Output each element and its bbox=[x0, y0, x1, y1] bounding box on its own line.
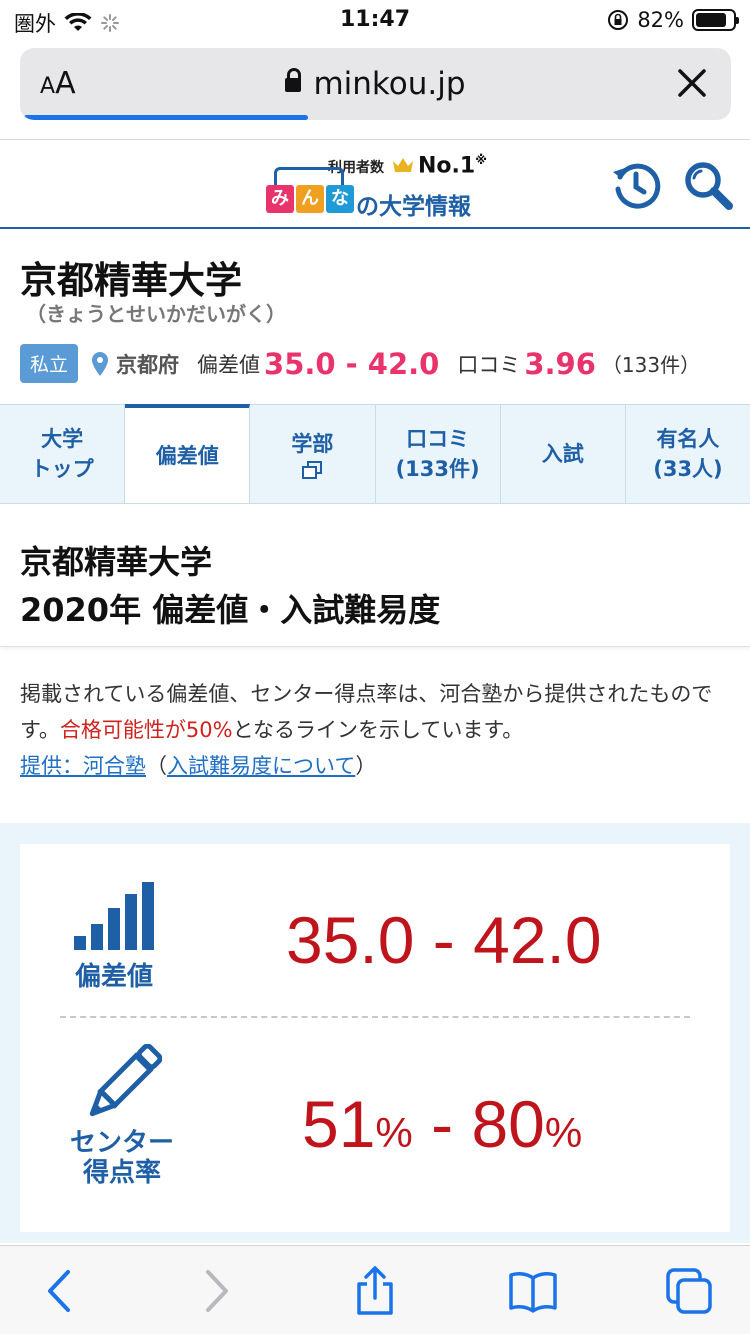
deviation-row-label: 偏差値 bbox=[74, 962, 153, 992]
external-window-icon bbox=[302, 461, 323, 479]
search-icon[interactable] bbox=[682, 159, 734, 211]
url-text: minkou.jp bbox=[313, 66, 466, 102]
difficulty-info-link[interactable]: 入試難易度について bbox=[167, 754, 355, 778]
logo-no1: No.1※ bbox=[418, 153, 487, 179]
source-link[interactable]: 提供：河合塾 bbox=[20, 754, 146, 778]
description: 掲載されている偏差値、センター得点率は、河合塾から提供されたものです。合格可能性… bbox=[20, 682, 713, 778]
type-badge: 私立 bbox=[20, 344, 79, 383]
battery-icon bbox=[692, 9, 739, 31]
logo-minna: み ん な bbox=[266, 185, 354, 213]
location-pin-icon bbox=[92, 351, 109, 376]
prefecture: 京都府 bbox=[116, 352, 180, 377]
battery-level-fill bbox=[696, 13, 726, 27]
tab-reviews[interactable]: 口コミ (133件) bbox=[376, 405, 501, 503]
review-score: 3.96 bbox=[524, 346, 596, 381]
deviation-value: 35.0 - 42.0 bbox=[264, 346, 440, 381]
forward-icon[interactable] bbox=[190, 1266, 240, 1316]
url-display[interactable]: minkou.jp bbox=[20, 66, 731, 102]
share-icon[interactable] bbox=[350, 1266, 400, 1316]
section-heading: 京都精華大学 2020年 偏差値・入試難易度 bbox=[0, 505, 750, 647]
logo-house-icon bbox=[274, 167, 344, 187]
logo-char: み bbox=[266, 185, 294, 213]
status-right: 82% bbox=[607, 8, 739, 32]
battery-percent: 82% bbox=[637, 8, 684, 32]
browser-toolbar bbox=[0, 1245, 750, 1334]
tab-faculty[interactable]: 学部 bbox=[250, 405, 376, 503]
university-meta: 私立 京都府 偏差値 35.0 - 42.0 口コミ 3.96 （133件） bbox=[20, 344, 700, 383]
logo-title: の大学情報 bbox=[356, 194, 471, 220]
tabs-icon[interactable] bbox=[664, 1266, 714, 1316]
university-tabs: 大学 トップ 偏差値 学部 口コミ (133件) 入試 有名人 (33人) bbox=[0, 404, 750, 504]
stop-loading-icon[interactable] bbox=[673, 64, 711, 102]
university-kana: （きょうとせいかだいがく） bbox=[26, 302, 286, 326]
rotation-lock-icon bbox=[608, 10, 629, 30]
score-divider bbox=[60, 1016, 690, 1018]
pencil-icon bbox=[89, 1044, 162, 1117]
deviation-big-value: 35.0 - 42.0 bbox=[286, 903, 602, 977]
center-row-label: センター 得点率 bbox=[70, 1128, 175, 1188]
site-header: 利用者数 No.1※ み ん な の大学情報 bbox=[0, 141, 750, 229]
center-row-icon: センター 得点率 bbox=[70, 1044, 174, 1188]
bookmarks-icon[interactable] bbox=[508, 1266, 558, 1316]
bar-chart-icon bbox=[74, 882, 154, 950]
tab-celebrities[interactable]: 有名人 (33人) bbox=[626, 405, 750, 503]
page-load-progress bbox=[24, 115, 309, 120]
center-high-value: 80 bbox=[471, 1087, 545, 1161]
browser-address-area: AA minkou.jp bbox=[0, 44, 750, 140]
center-big-value: 51% - 80% bbox=[302, 1087, 583, 1161]
history-icon[interactable] bbox=[610, 159, 662, 211]
address-bar[interactable]: AA minkou.jp bbox=[20, 48, 731, 120]
tab-admission[interactable]: 入試 bbox=[501, 405, 626, 503]
university-header: 京都精華大学 （きょうとせいかだいがく） 私立 京都府 偏差値 35.0 - 4… bbox=[0, 232, 750, 404]
crown-icon bbox=[393, 158, 413, 172]
review-label: 口コミ bbox=[457, 352, 521, 377]
logo-char: ん bbox=[296, 185, 324, 213]
university-name: 京都精華大学 bbox=[20, 259, 242, 302]
tab-top[interactable]: 大学 トップ bbox=[0, 405, 126, 503]
probability-highlight: 合格可能性が50% bbox=[59, 718, 233, 742]
status-bar: 圏外 11:47 82% bbox=[0, 0, 750, 44]
back-icon[interactable] bbox=[36, 1266, 86, 1316]
lock-icon bbox=[285, 68, 302, 92]
score-card: 偏差値 35.0 - 42.0 センター 得点率 51% - 80% bbox=[20, 844, 730, 1232]
logo-char: な bbox=[326, 185, 354, 213]
section-title-line2: 2020年 偏差値・入試難易度 bbox=[20, 591, 441, 629]
deviation-label: 偏差値 bbox=[197, 352, 261, 377]
section-title-line1: 京都精華大学 bbox=[20, 543, 213, 581]
deviation-row-icon: 偏差値 bbox=[72, 882, 156, 992]
tab-deviation[interactable]: 偏差値 bbox=[125, 404, 251, 503]
center-low-value: 51 bbox=[302, 1087, 376, 1161]
review-count: （133件） bbox=[601, 353, 701, 377]
site-logo[interactable]: 利用者数 No.1※ み ん な の大学情報 bbox=[266, 153, 487, 221]
